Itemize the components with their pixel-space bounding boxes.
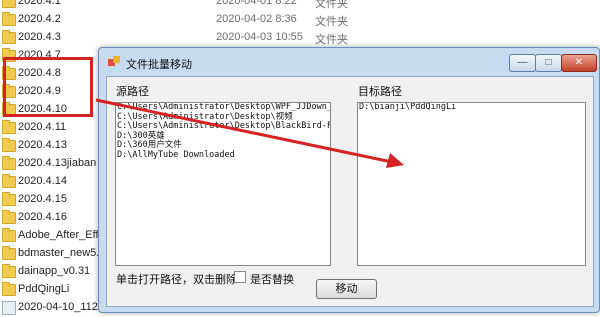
explorer-row-date: 2020-04-02 8:36 (216, 13, 297, 25)
close-button[interactable]: ✕ (561, 54, 597, 72)
dialog-client-area: 源路径 目标路径 C:\Users\Administrator\Desktop\… (106, 76, 594, 307)
folder-icon (2, 30, 16, 44)
app-icon (108, 56, 120, 66)
path-list-item[interactable]: D:\bianji\PddQingLi (358, 103, 585, 113)
folder-icon (2, 192, 16, 206)
folder-icon (2, 228, 16, 242)
explorer-row-name: PddQingLi (18, 283, 70, 295)
explorer-row-name: 2020.4.11 (18, 121, 67, 133)
explorer-row-type: 文件夹 (315, 0, 348, 10)
source-path-label: 源路径 (116, 86, 149, 98)
dialog-title: 文件批量移动 (126, 59, 192, 71)
explorer-row[interactable]: 2020.4.1 2020-04-01 8:22 文件夹 (0, 0, 600, 11)
explorer-row-name: 2020.4.3 (18, 31, 61, 43)
maximize-button[interactable]: □ (535, 54, 562, 72)
source-path-list[interactable]: C:\Users\Administrator\Desktop\WPF_JJDow… (115, 102, 331, 266)
explorer-row-date: 2020-04-03 10:55 (216, 31, 303, 43)
explorer-row-type: 文件夹 (315, 34, 348, 46)
explorer-row-name: bdmaster_new5.8 (18, 247, 106, 259)
explorer-row-name: 2020.4.13jiaban (18, 157, 97, 169)
explorer-row-type: 文件夹 (315, 16, 348, 28)
explorer-row-name: 2020.4.15 (18, 193, 67, 205)
explorer-row[interactable]: 2020.4.2 2020-04-02 8:36 文件夹 (0, 11, 600, 29)
move-button[interactable]: 移动 (316, 279, 377, 299)
folder-icon (2, 246, 16, 260)
folder-icon (2, 138, 16, 152)
explorer-row-name: 2020.4.2 (18, 13, 61, 25)
folder-icon (2, 210, 16, 224)
batch-move-dialog: 文件批量移动 — □ ✕ 源路径 目标路径 C:\Users\Administr… (98, 47, 600, 313)
folder-icon (2, 264, 16, 278)
explorer-row-name: 2020.4.1 (18, 0, 61, 7)
explorer-row-name: 2020.4.13 (18, 139, 67, 151)
folder-icon (2, 12, 16, 26)
explorer-row-name: 2020-04-10_1123 (18, 301, 105, 313)
explorer-row-date: 2020-04-01 8:22 (216, 0, 297, 7)
explorer-row-name: Adobe_After_Effe (18, 229, 105, 241)
folder-icon (2, 282, 16, 296)
replace-checkbox[interactable] (234, 271, 246, 283)
highlight-box (3, 57, 93, 117)
folder-icon (2, 156, 16, 170)
file-icon (2, 301, 16, 315)
dialog-titlebar[interactable]: 文件批量移动 — □ ✕ (99, 48, 599, 76)
replace-checkbox-label[interactable]: 是否替换 (250, 271, 294, 287)
explorer-row-name: 2020.4.16 (18, 211, 67, 223)
explorer-row[interactable]: 2020.4.3 2020-04-03 10:55 文件夹 (0, 29, 600, 47)
usage-hint: 单击打开路径，双击删除 (116, 274, 237, 286)
target-path-label: 目标路径 (358, 86, 402, 98)
explorer-row-name: 2020.4.14 (18, 175, 67, 187)
target-path-list[interactable]: D:\bianji\PddQingLi (357, 102, 586, 266)
explorer-row-name: dainapp_v0.31 (18, 265, 91, 277)
folder-icon (2, 120, 16, 134)
minimize-button[interactable]: — (509, 54, 536, 72)
folder-icon (2, 0, 16, 8)
folder-icon (2, 174, 16, 188)
path-list-item[interactable]: D:\AllMyTube Downloaded (116, 150, 330, 161)
